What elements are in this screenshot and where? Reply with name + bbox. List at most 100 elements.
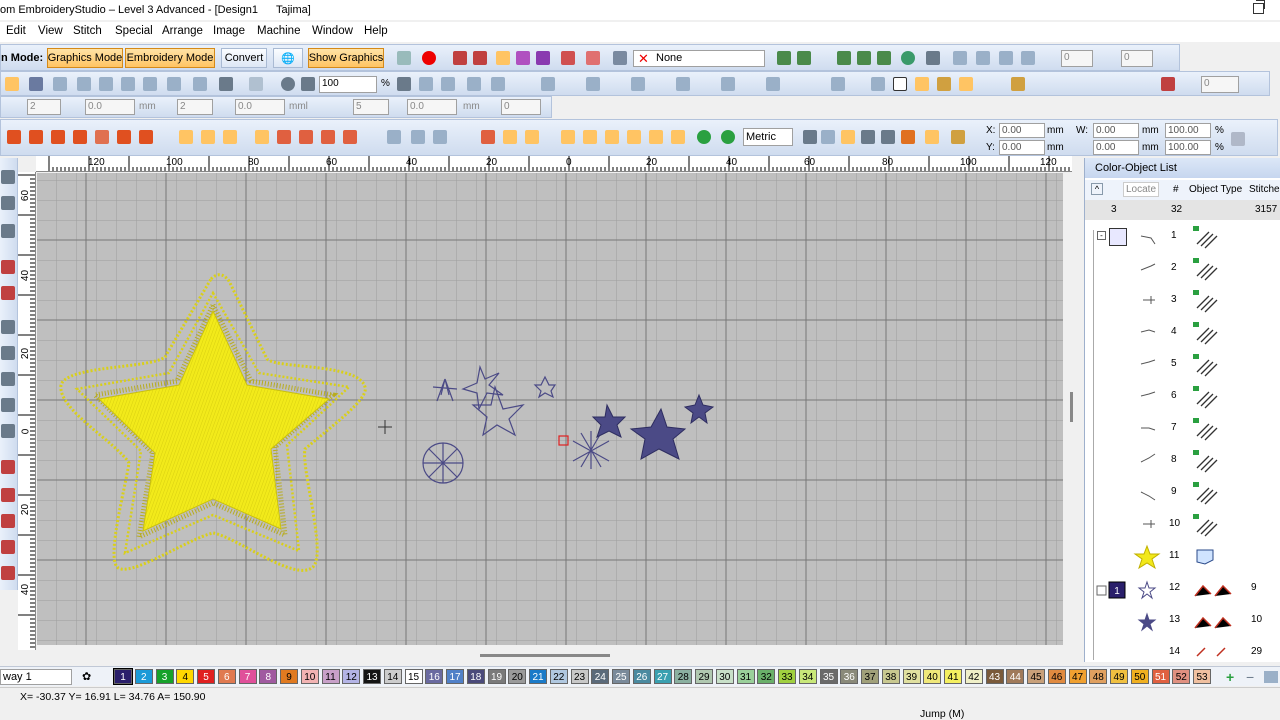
- effect8-icon[interactable]: [343, 130, 357, 144]
- color-swatch[interactable]: 52: [1172, 669, 1191, 684]
- duplicate-icon[interactable]: [143, 77, 157, 91]
- color-swatch[interactable]: 7: [238, 669, 257, 684]
- show-graphics-button[interactable]: Show Graphics: [308, 48, 384, 68]
- list-item[interactable]: 9: [1085, 476, 1280, 508]
- refresh-icon[interactable]: [697, 130, 711, 144]
- color-swatch[interactable]: 8: [259, 669, 278, 684]
- menu-image[interactable]: Image: [213, 25, 245, 37]
- fit-icon[interactable]: [397, 77, 411, 91]
- list-item[interactable]: 5: [1085, 348, 1280, 380]
- color-swatch[interactable]: 43: [985, 669, 1004, 684]
- bell-icon[interactable]: [901, 130, 915, 144]
- color-swatch[interactable]: 25: [612, 669, 630, 684]
- color-swatch[interactable]: 49: [1110, 669, 1128, 684]
- align-icon[interactable]: [491, 77, 505, 91]
- brush-icon[interactable]: [516, 51, 530, 65]
- effect2-icon[interactable]: [201, 130, 215, 144]
- prop-field-2[interactable]: 0.0: [85, 99, 135, 115]
- color-swatch[interactable]: 16: [425, 669, 444, 684]
- horizontal-scrollbar[interactable]: [36, 651, 1072, 659]
- add-color-icon[interactable]: +: [1226, 669, 1234, 685]
- stitch-tool-icon[interactable]: [453, 51, 467, 65]
- clone-icon[interactable]: [193, 77, 207, 91]
- circle-star-lines[interactable]: [423, 443, 463, 483]
- color-swatch[interactable]: 4: [176, 669, 195, 684]
- group-icon[interactable]: [831, 77, 845, 91]
- undo-icon[interactable]: [219, 77, 233, 91]
- color-swatch[interactable]: 40: [923, 669, 942, 684]
- scale-y-field[interactable]: 100.00: [1165, 140, 1211, 155]
- lock-icon[interactable]: [541, 77, 555, 91]
- digitize5-icon[interactable]: [1, 566, 15, 580]
- color-swatch[interactable]: 28: [674, 669, 693, 684]
- shape8-icon[interactable]: [649, 130, 663, 144]
- eraser-icon[interactable]: [536, 51, 550, 65]
- convert-button[interactable]: Convert: [221, 48, 267, 68]
- shape5-icon[interactable]: [583, 130, 597, 144]
- right-spin[interactable]: 0: [1201, 76, 1239, 93]
- y-field[interactable]: 0.00: [999, 140, 1045, 155]
- distribute-icon[interactable]: [721, 77, 735, 91]
- arc-tool-icon[interactable]: [1, 224, 15, 238]
- open-icon[interactable]: [5, 77, 19, 91]
- list-item[interactable]: 10: [1085, 508, 1280, 540]
- palette-settings-icon[interactable]: [1264, 671, 1278, 683]
- color-swatch[interactable]: 51: [1151, 669, 1170, 684]
- list-item[interactable]: 8: [1085, 444, 1280, 476]
- shape-icon[interactable]: [481, 130, 495, 144]
- ellipse-tool-icon[interactable]: [1, 372, 15, 386]
- color-swatch[interactable]: 34: [798, 669, 817, 684]
- color-swatch[interactable]: 45: [1027, 669, 1045, 684]
- rotate-icon[interactable]: [999, 51, 1013, 65]
- color-swatch[interactable]: 53: [1193, 669, 1211, 684]
- color-swatch[interactable]: 1: [113, 668, 133, 685]
- fill-type-icon[interactable]: [7, 130, 21, 144]
- mirror-icon[interactable]: [953, 51, 967, 65]
- mirror2-icon[interactable]: [976, 51, 990, 65]
- checkbox-icon[interactable]: [893, 77, 907, 91]
- color-swatch[interactable]: 9: [280, 669, 298, 684]
- target-icon[interactable]: [901, 51, 915, 65]
- globe-icon[interactable]: 🌐: [273, 48, 303, 68]
- fill-tool-icon[interactable]: [1, 286, 15, 300]
- fill-type4-icon[interactable]: [73, 130, 87, 144]
- 3d3-icon[interactable]: [433, 130, 447, 144]
- fill-type7-icon[interactable]: [139, 130, 153, 144]
- list-item[interactable]: 13 10: [1085, 604, 1280, 636]
- select-tool-icon[interactable]: [496, 51, 510, 65]
- units-select[interactable]: Metric: [743, 128, 793, 146]
- shape6-icon[interactable]: [605, 130, 619, 144]
- distribute2-icon[interactable]: [766, 77, 780, 91]
- color-swatch[interactable]: 41: [944, 669, 962, 684]
- fill-type6-icon[interactable]: [117, 130, 131, 144]
- list-item[interactable]: 3: [1085, 284, 1280, 316]
- digitize-icon[interactable]: [1, 460, 15, 474]
- shape-tool-icon[interactable]: [1, 196, 15, 210]
- list-item[interactable]: 2: [1085, 252, 1280, 284]
- h-field[interactable]: 0.00: [1093, 140, 1139, 155]
- zoom-icon[interactable]: [281, 77, 295, 91]
- circle-tool-icon[interactable]: [1, 398, 15, 412]
- arrow-icon[interactable]: [951, 130, 965, 144]
- color-swatch[interactable]: 47: [1068, 669, 1087, 684]
- color-swatch[interactable]: 31: [736, 669, 755, 684]
- restore-window-icon[interactable]: [1253, 0, 1265, 14]
- copy-icon[interactable]: [99, 77, 113, 91]
- grid-icon[interactable]: [926, 51, 940, 65]
- link-icon[interactable]: [777, 51, 791, 65]
- link2-icon[interactable]: [797, 51, 811, 65]
- measure2-icon[interactable]: [821, 130, 835, 144]
- select-arrow-icon[interactable]: [1, 170, 15, 184]
- color-dot-icon[interactable]: [422, 51, 436, 65]
- shape3-icon[interactable]: [525, 130, 539, 144]
- zoom-field[interactable]: 100: [319, 76, 377, 93]
- digitize4-icon[interactable]: [1, 540, 15, 554]
- color-swatch[interactable]: 32: [757, 669, 776, 684]
- list-item[interactable]: 1: [1085, 220, 1280, 252]
- cut-icon[interactable]: [77, 77, 91, 91]
- color-swatch[interactable]: 50: [1130, 669, 1149, 684]
- print-icon[interactable]: [53, 77, 67, 91]
- measure-icon[interactable]: [803, 130, 817, 144]
- angle-spin1[interactable]: 0: [1061, 50, 1093, 67]
- ungroup-icon[interactable]: [871, 77, 885, 91]
